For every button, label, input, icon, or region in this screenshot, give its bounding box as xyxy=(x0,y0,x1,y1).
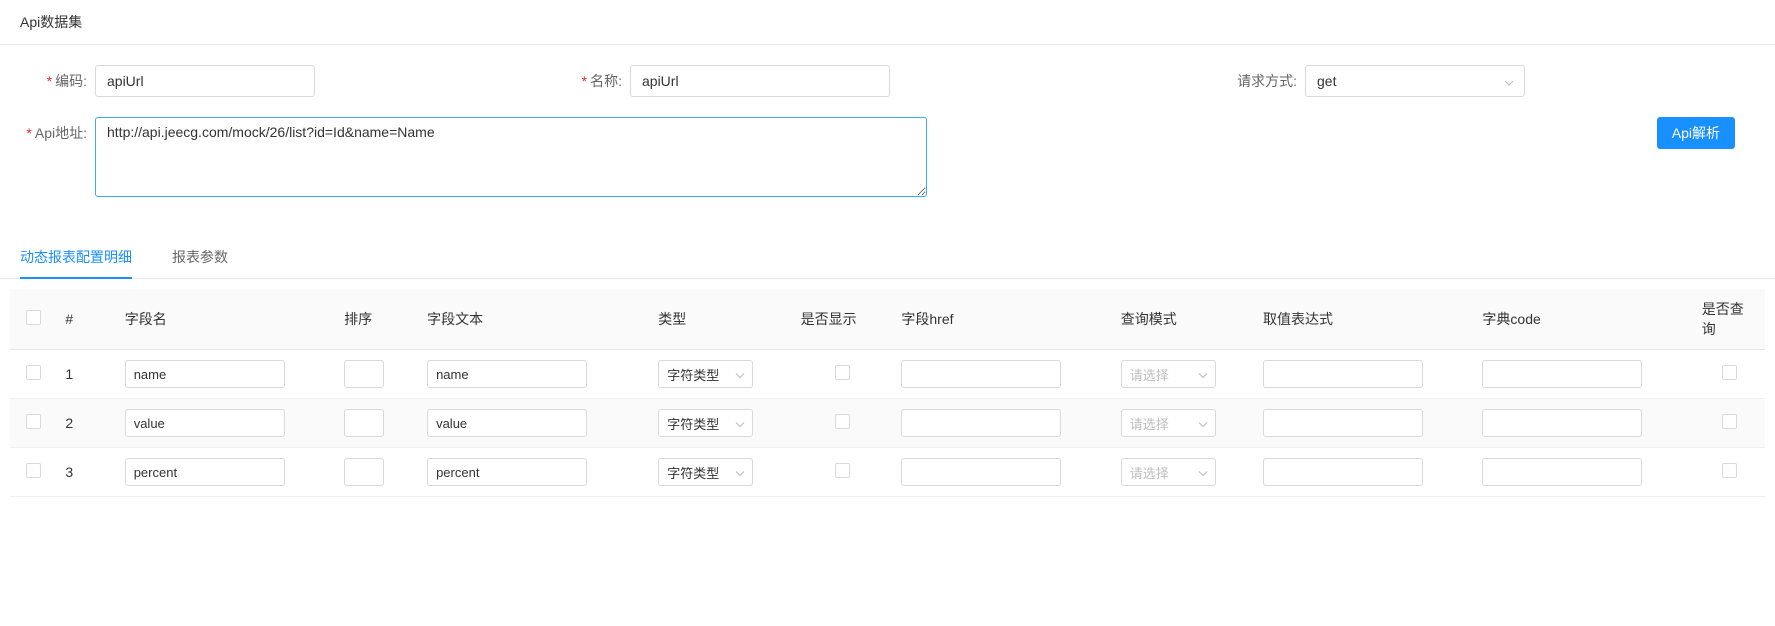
expr-input[interactable] xyxy=(1263,458,1423,486)
name-input[interactable] xyxy=(630,65,890,97)
table-row: 1 字符类型 请选择 xyxy=(10,350,1765,399)
method-label: 请求方式: xyxy=(1237,71,1305,91)
href-input[interactable] xyxy=(901,458,1061,486)
href-input[interactable] xyxy=(901,360,1061,388)
api-url-textarea[interactable] xyxy=(95,117,927,197)
query-mode-select[interactable]: 请选择 xyxy=(1121,360,1216,388)
table-row: 3 字符类型 请选择 xyxy=(10,448,1765,497)
th-is-query: 是否查询 xyxy=(1694,289,1765,350)
th-type: 类型 xyxy=(650,289,792,350)
api-parse-button[interactable]: Api解析 xyxy=(1657,117,1735,149)
th-href: 字段href xyxy=(893,289,1112,350)
dict-input[interactable] xyxy=(1482,409,1642,437)
type-select[interactable]: 字符类型 xyxy=(658,409,753,437)
is-show-checkbox[interactable] xyxy=(835,463,850,478)
field-text-input[interactable] xyxy=(427,409,587,437)
field-text-input[interactable] xyxy=(427,458,587,486)
dict-input[interactable] xyxy=(1482,458,1642,486)
select-all-checkbox[interactable] xyxy=(26,310,41,325)
query-mode-select[interactable]: 请选择 xyxy=(1121,458,1216,486)
chevron-down-icon xyxy=(735,367,745,382)
code-input[interactable] xyxy=(95,65,315,97)
th-is-show: 是否显示 xyxy=(793,289,894,350)
page-title: Api数据集 xyxy=(0,0,1775,45)
chevron-down-icon xyxy=(735,416,745,431)
row-index: 1 xyxy=(57,350,116,399)
chevron-down-icon xyxy=(1504,73,1514,89)
field-name-input[interactable] xyxy=(125,458,285,486)
query-mode-select[interactable]: 请选择 xyxy=(1121,409,1216,437)
th-expr: 取值表达式 xyxy=(1255,289,1474,350)
name-label: *名称: xyxy=(555,71,630,91)
th-sort: 排序 xyxy=(336,289,419,350)
field-name-input[interactable] xyxy=(125,360,285,388)
dict-input[interactable] xyxy=(1482,360,1642,388)
sort-input[interactable] xyxy=(344,409,384,437)
th-query-mode: 查询模式 xyxy=(1113,289,1255,350)
field-name-input[interactable] xyxy=(125,409,285,437)
th-field-name: 字段名 xyxy=(117,289,336,350)
chevron-down-icon xyxy=(1198,367,1208,382)
sort-input[interactable] xyxy=(344,360,384,388)
table-row: 2 字符类型 请选择 xyxy=(10,399,1765,448)
type-select[interactable]: 字符类型 xyxy=(658,360,753,388)
fields-table: # 字段名 排序 字段文本 类型 是否显示 字段href 查询模式 取值表达式 … xyxy=(10,289,1765,497)
th-field-text: 字段文本 xyxy=(419,289,650,350)
is-query-checkbox[interactable] xyxy=(1722,414,1737,429)
th-index: # xyxy=(57,289,116,350)
table-header-row: # 字段名 排序 字段文本 类型 是否显示 字段href 查询模式 取值表达式 … xyxy=(10,289,1765,350)
row-checkbox[interactable] xyxy=(26,365,41,380)
row-checkbox[interactable] xyxy=(26,463,41,478)
row-checkbox[interactable] xyxy=(26,414,41,429)
th-dict: 字典code xyxy=(1474,289,1693,350)
is-query-checkbox[interactable] xyxy=(1722,463,1737,478)
row-index: 3 xyxy=(57,448,116,497)
tab-config-detail[interactable]: 动态报表配置明细 xyxy=(20,237,132,279)
field-text-input[interactable] xyxy=(427,360,587,388)
code-label: *编码: xyxy=(20,71,95,91)
is-query-checkbox[interactable] xyxy=(1722,365,1737,380)
tab-report-params[interactable]: 报表参数 xyxy=(172,237,228,278)
sort-input[interactable] xyxy=(344,458,384,486)
chevron-down-icon xyxy=(1198,416,1208,431)
row-index: 2 xyxy=(57,399,116,448)
tabs: 动态报表配置明细 报表参数 xyxy=(0,237,1775,279)
href-input[interactable] xyxy=(901,409,1061,437)
form-section: *编码: *名称: 请求方式: get *Api地址: Api解析 xyxy=(0,45,1775,207)
chevron-down-icon xyxy=(735,465,745,480)
expr-input[interactable] xyxy=(1263,360,1423,388)
expr-input[interactable] xyxy=(1263,409,1423,437)
type-select[interactable]: 字符类型 xyxy=(658,458,753,486)
chevron-down-icon xyxy=(1198,465,1208,480)
method-select[interactable]: get xyxy=(1305,65,1525,97)
is-show-checkbox[interactable] xyxy=(835,414,850,429)
url-label: *Api地址: xyxy=(20,117,95,143)
is-show-checkbox[interactable] xyxy=(835,365,850,380)
